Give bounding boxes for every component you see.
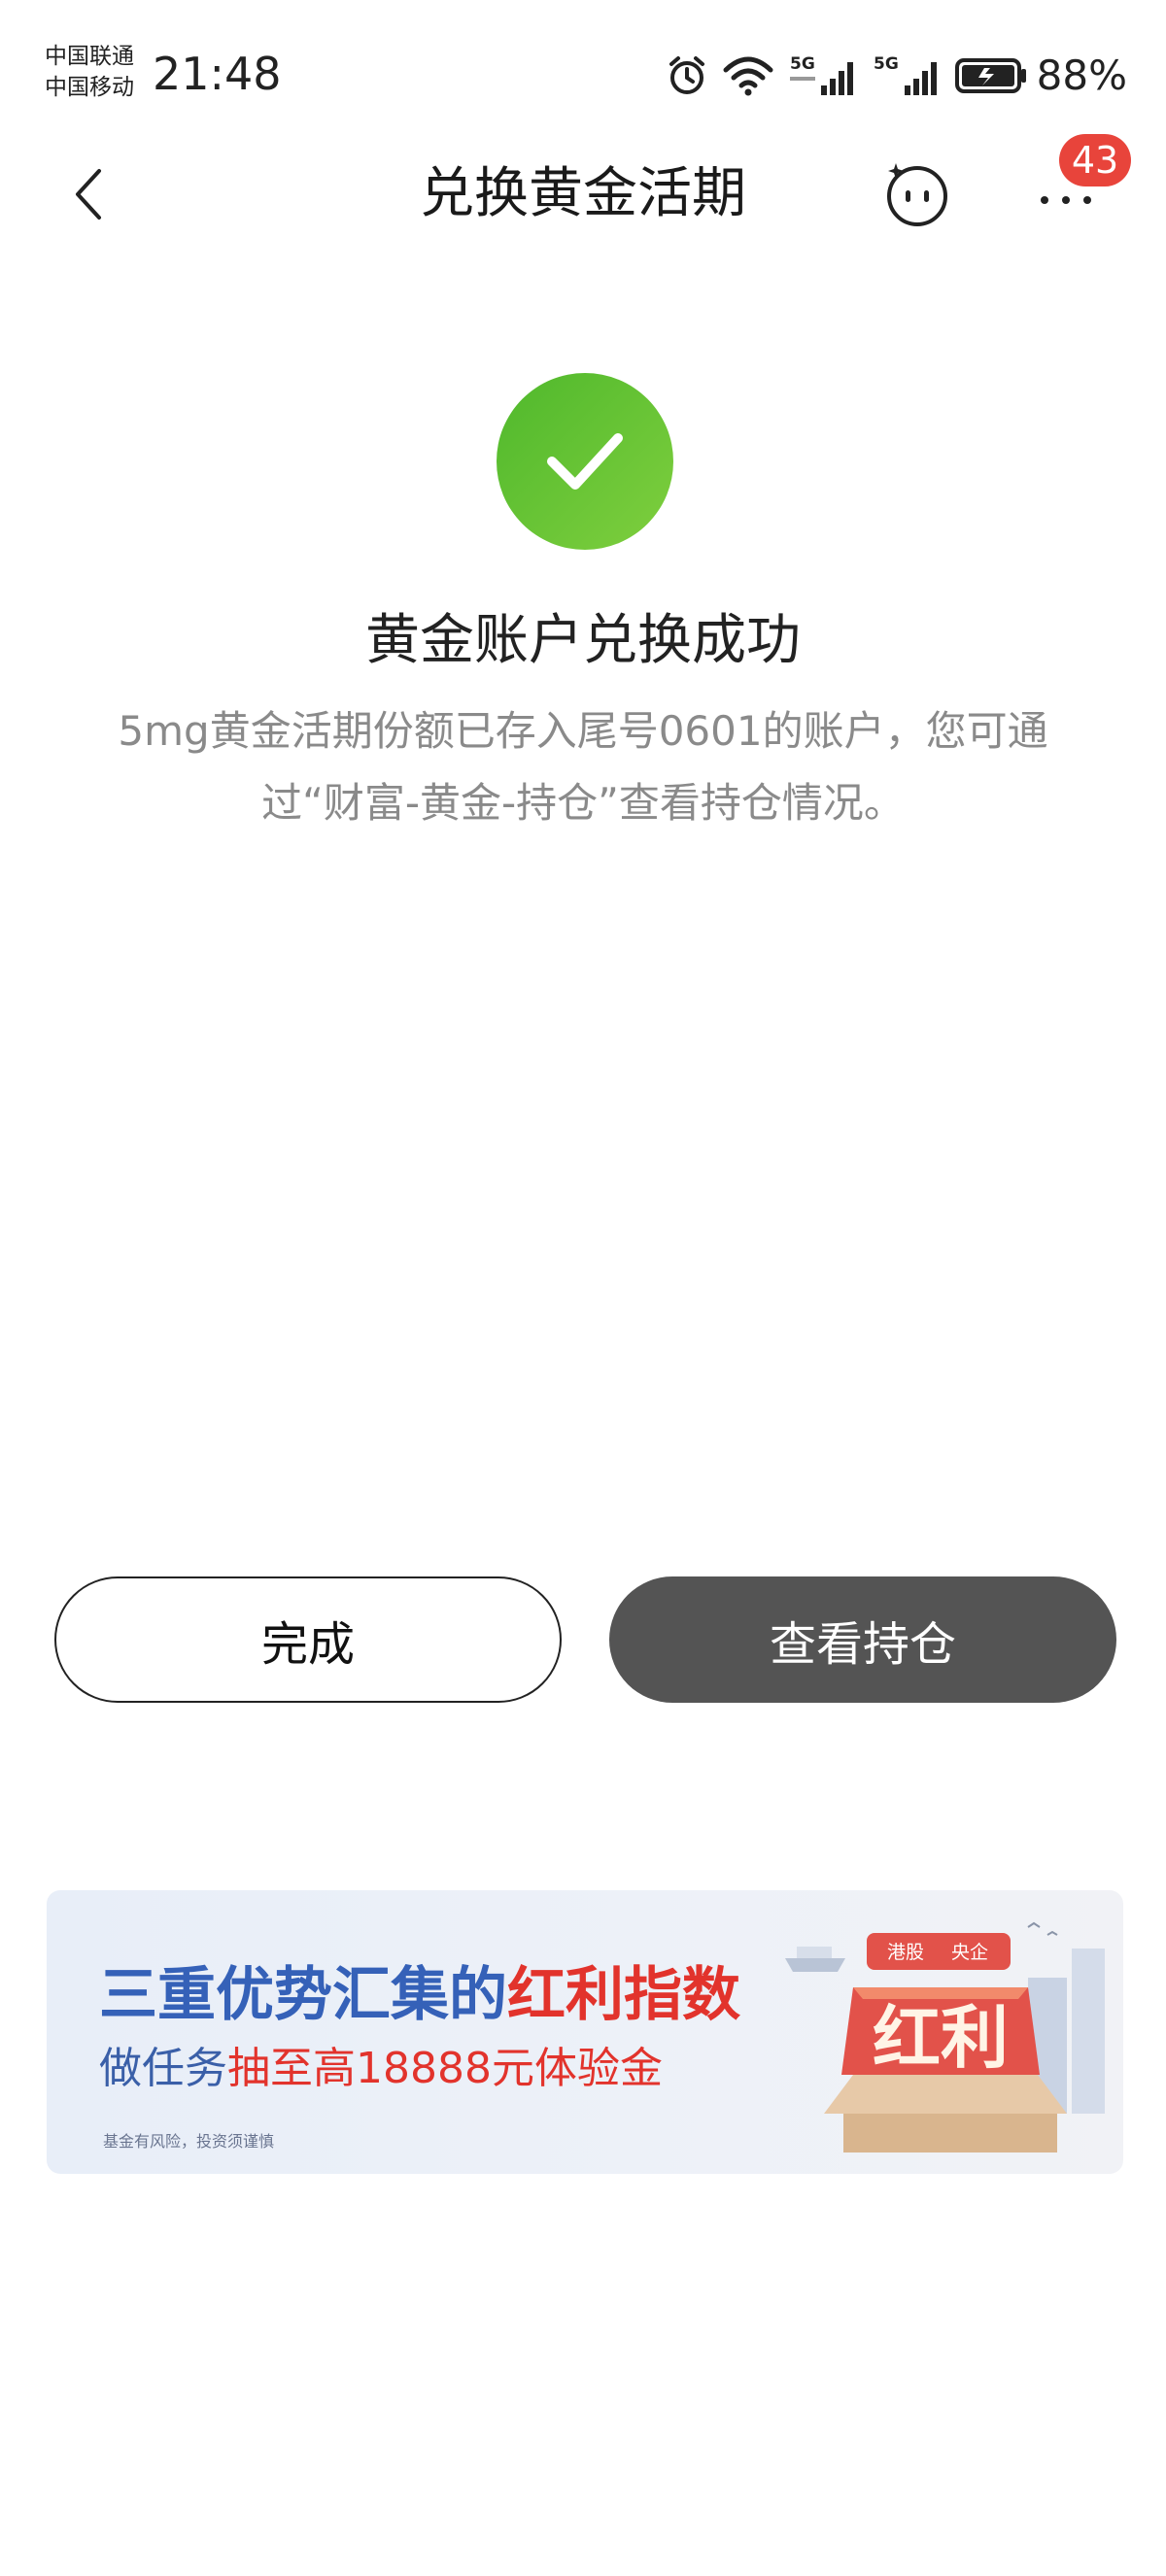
promo-banner[interactable]: 三重优势汇集的红利指数 做任务抽至高18888元体验金 基金有风险，投资须谨慎 …	[47, 1890, 1123, 2174]
view-holdings-button[interactable]: 查看持仓	[609, 1576, 1116, 1703]
status-bar: 中国联通 中国移动 21:48 5G 5G 88%	[0, 0, 1166, 136]
more-icon	[1041, 196, 1048, 204]
banner-subline: 做任务抽至高18888元体验金	[99, 2038, 663, 2100]
nav-bar: 兑换黄金活期	[0, 136, 1166, 253]
banner-headline-part1: 三重优势汇集的	[99, 1961, 507, 2029]
more-icon-dot	[1083, 196, 1091, 204]
result-description: 5mg黄金活期份额已存入尾号0601的账户，您可通过“财富-黄金-持仓”查看持仓…	[118, 707, 1048, 827]
done-button[interactable]: 完成	[54, 1576, 562, 1703]
art-main-text: 红利	[873, 1998, 1009, 2078]
banner-subline-part2: 抽至高18888元体验金	[227, 2044, 663, 2093]
result-title: 黄金账户兑换成功	[365, 609, 801, 672]
success-status-icon	[497, 373, 673, 550]
assistant-button[interactable]	[880, 157, 954, 231]
banner-risk-notice: 基金有风险，投资须谨慎	[103, 2132, 275, 2151]
battery-percent: 88%	[1036, 51, 1127, 99]
status-time: 21:48	[153, 48, 282, 100]
network-label-2: 5G	[874, 54, 899, 74]
signal-icon: 5G	[788, 52, 858, 99]
carrier-2: 中国移动	[45, 75, 134, 100]
carrier-labels: 中国联通 中国移动	[45, 41, 134, 103]
battery-indicator: 88%	[954, 49, 1127, 103]
signal-icon: 5G	[872, 52, 942, 99]
more-icon-dot	[1062, 196, 1070, 204]
banner-headline-part2: 红利指数	[507, 1961, 740, 2029]
banner-illustration: 红利 港股 央企	[785, 1921, 1105, 2152]
art-tag-2: 央企	[951, 1942, 988, 1963]
banner-headline: 三重优势汇集的红利指数	[99, 1958, 740, 2032]
notification-badge: 43	[1059, 134, 1131, 186]
checkmark-icon	[547, 433, 623, 490]
network-label-1: 5G	[790, 54, 815, 74]
exchange-success-page: 中国联通 中国移动 21:48 5G 5G 88% 兑换黄金活期 43 黄金账户…	[0, 0, 1166, 2576]
status-icons: 5G 5G 88%	[666, 49, 1127, 103]
page-title: 兑换黄金活期	[420, 162, 746, 225]
alarm-icon	[666, 54, 708, 97]
assistant-face-icon	[887, 163, 947, 226]
battery-charging-icon	[954, 58, 1026, 93]
wifi-icon	[722, 54, 774, 97]
banner-subline-part1: 做任务	[99, 2044, 227, 2093]
art-tag-1: 港股	[887, 1942, 924, 1963]
carrier-1: 中国联通	[45, 44, 134, 69]
